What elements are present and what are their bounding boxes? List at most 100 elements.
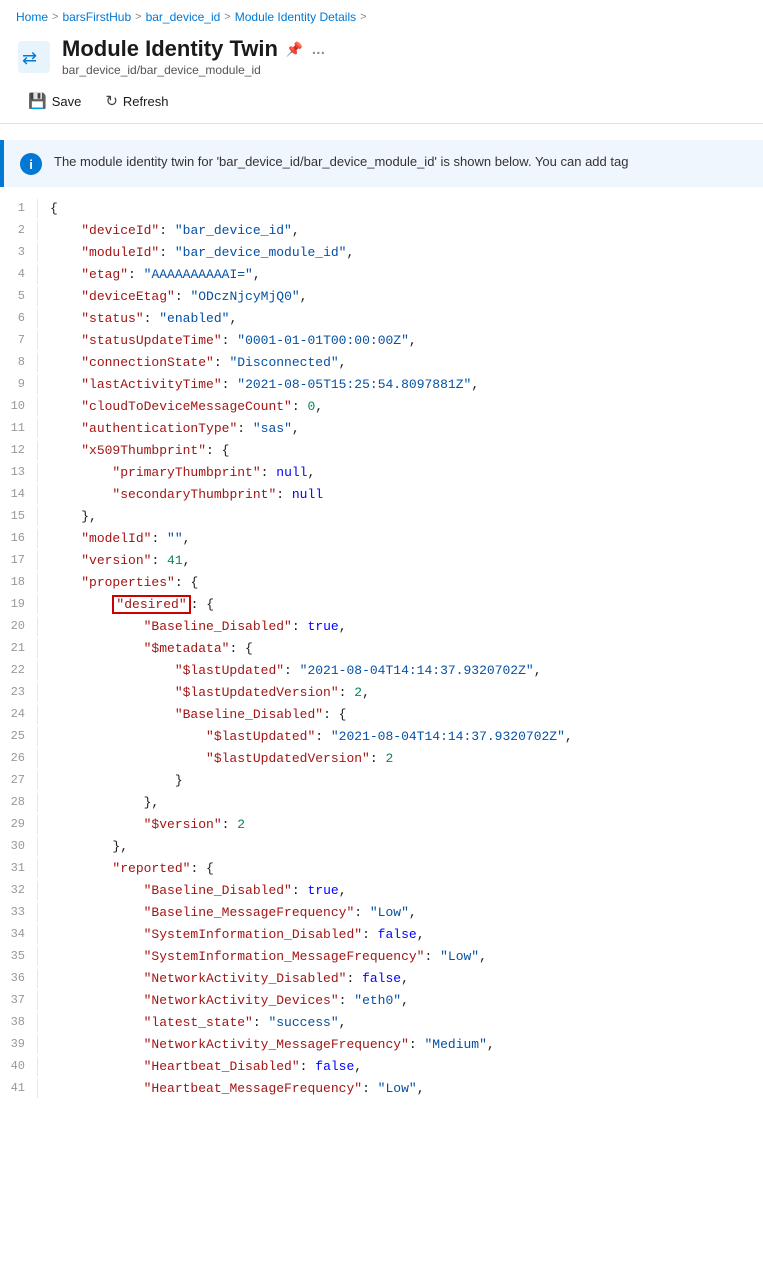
breadcrumb-home[interactable]: Home	[16, 10, 48, 24]
line-number: 23	[0, 683, 38, 702]
line-number: 27	[0, 771, 38, 790]
line-content: "authenticationType": "sas",	[50, 419, 763, 440]
line-number: 28	[0, 793, 38, 812]
table-row: 10 "cloudToDeviceMessageCount": 0,	[0, 397, 763, 419]
table-row: 17 "version": 41,	[0, 551, 763, 573]
line-number: 3	[0, 243, 38, 262]
page-title-text: Module Identity Twin	[62, 36, 278, 62]
line-number: 13	[0, 463, 38, 482]
refresh-label: Refresh	[123, 94, 169, 109]
line-content: "connectionState": "Disconnected",	[50, 353, 763, 374]
line-content: },	[50, 837, 763, 858]
line-content: "lastActivityTime": "2021-08-05T15:25:54…	[50, 375, 763, 396]
table-row: 28 },	[0, 793, 763, 815]
line-content: "latest_state": "success",	[50, 1013, 763, 1034]
code-editor: 1{2 "deviceId": "bar_device_id",3 "modul…	[0, 199, 763, 1101]
breadcrumb-sep-1: >	[52, 11, 58, 23]
line-number: 8	[0, 353, 38, 372]
line-content: },	[50, 507, 763, 528]
table-row: 13 "primaryThumbprint": null,	[0, 463, 763, 485]
line-content: "Heartbeat_Disabled": false,	[50, 1057, 763, 1078]
table-row: 38 "latest_state": "success",	[0, 1013, 763, 1035]
table-row: 39 "NetworkActivity_MessageFrequency": "…	[0, 1035, 763, 1057]
breadcrumb-sep-2: >	[135, 11, 141, 23]
line-number: 7	[0, 331, 38, 350]
breadcrumb-sep-3: >	[224, 11, 230, 23]
table-row: 20 "Baseline_Disabled": true,	[0, 617, 763, 639]
table-row: 31 "reported": {	[0, 859, 763, 881]
line-content: "x509Thumbprint": {	[50, 441, 763, 462]
breadcrumb: Home > barsFirstHub > bar_device_id > Mo…	[0, 0, 763, 30]
line-content: "SystemInformation_MessageFrequency": "L…	[50, 947, 763, 968]
page-title: Module Identity Twin 📌 …	[62, 36, 325, 62]
line-number: 9	[0, 375, 38, 394]
line-content: "$metadata": {	[50, 639, 763, 660]
line-number: 20	[0, 617, 38, 636]
pin-icon[interactable]: 📌	[286, 41, 303, 58]
table-row: 14 "secondaryThumbprint": null	[0, 485, 763, 507]
line-content: "reported": {	[50, 859, 763, 880]
svg-text:⇄: ⇄	[22, 48, 37, 68]
table-row: 36 "NetworkActivity_Disabled": false,	[0, 969, 763, 991]
line-number: 24	[0, 705, 38, 724]
line-content: "Baseline_MessageFrequency": "Low",	[50, 903, 763, 924]
table-row: 7 "statusUpdateTime": "0001-01-01T00:00:…	[0, 331, 763, 353]
table-row: 3 "moduleId": "bar_device_module_id",	[0, 243, 763, 265]
line-content: "properties": {	[50, 573, 763, 594]
line-content: "etag": "AAAAAAAAAAI=",	[50, 265, 763, 286]
save-button[interactable]: 💾 Save	[16, 87, 93, 115]
line-content: "NetworkActivity_Disabled": false,	[50, 969, 763, 990]
line-number: 19	[0, 595, 38, 614]
line-content: "statusUpdateTime": "0001-01-01T00:00:00…	[50, 331, 763, 352]
line-content: "Baseline_Disabled": {	[50, 705, 763, 726]
table-row: 9 "lastActivityTime": "2021-08-05T15:25:…	[0, 375, 763, 397]
table-row: 6 "status": "enabled",	[0, 309, 763, 331]
line-number: 38	[0, 1013, 38, 1032]
breadcrumb-device[interactable]: bar_device_id	[146, 10, 221, 24]
table-row: 16 "modelId": "",	[0, 529, 763, 551]
line-number: 22	[0, 661, 38, 680]
table-row: 15 },	[0, 507, 763, 529]
line-number: 15	[0, 507, 38, 526]
toolbar: 💾 Save ↻ Refresh	[0, 79, 763, 124]
breadcrumb-hub[interactable]: barsFirstHub	[62, 10, 131, 24]
table-row: 37 "NetworkActivity_Devices": "eth0",	[0, 991, 763, 1013]
line-content: "modelId": "",	[50, 529, 763, 550]
table-row: 33 "Baseline_MessageFrequency": "Low",	[0, 903, 763, 925]
module-twin-icon: ⇄	[16, 39, 52, 75]
line-number: 31	[0, 859, 38, 878]
line-number: 36	[0, 969, 38, 988]
line-content: "NetworkActivity_Devices": "eth0",	[50, 991, 763, 1012]
line-number: 26	[0, 749, 38, 768]
line-number: 1	[0, 199, 38, 218]
line-content: "moduleId": "bar_device_module_id",	[50, 243, 763, 264]
line-number: 39	[0, 1035, 38, 1054]
table-row: 21 "$metadata": {	[0, 639, 763, 661]
line-content: "Heartbeat_MessageFrequency": "Low",	[50, 1079, 763, 1100]
breadcrumb-sep-4: >	[360, 11, 366, 23]
table-row: 18 "properties": {	[0, 573, 763, 595]
table-row: 35 "SystemInformation_MessageFrequency":…	[0, 947, 763, 969]
table-row: 32 "Baseline_Disabled": true,	[0, 881, 763, 903]
line-number: 35	[0, 947, 38, 966]
refresh-button[interactable]: ↻ Refresh	[93, 87, 180, 115]
line-content: "SystemInformation_Disabled": false,	[50, 925, 763, 946]
line-content: "$lastUpdatedVersion": 2,	[50, 683, 763, 704]
line-content: "secondaryThumbprint": null	[50, 485, 763, 506]
more-icon[interactable]: …	[311, 41, 325, 57]
line-number: 17	[0, 551, 38, 570]
refresh-icon: ↻	[105, 92, 118, 110]
line-number: 11	[0, 419, 38, 438]
line-content: "version": 41,	[50, 551, 763, 572]
breadcrumb-module-identity[interactable]: Module Identity Details	[235, 10, 356, 24]
table-row: 8 "connectionState": "Disconnected",	[0, 353, 763, 375]
line-content: "$version": 2	[50, 815, 763, 836]
line-number: 32	[0, 881, 38, 900]
table-row: 19 "desired": {	[0, 595, 763, 617]
table-row: 4 "etag": "AAAAAAAAAAI=",	[0, 265, 763, 287]
line-number: 6	[0, 309, 38, 328]
line-content: "cloudToDeviceMessageCount": 0,	[50, 397, 763, 418]
table-row: 41 "Heartbeat_MessageFrequency": "Low",	[0, 1079, 763, 1101]
table-row: 34 "SystemInformation_Disabled": false,	[0, 925, 763, 947]
line-content: "$lastUpdated": "2021-08-04T14:14:37.932…	[50, 727, 763, 748]
